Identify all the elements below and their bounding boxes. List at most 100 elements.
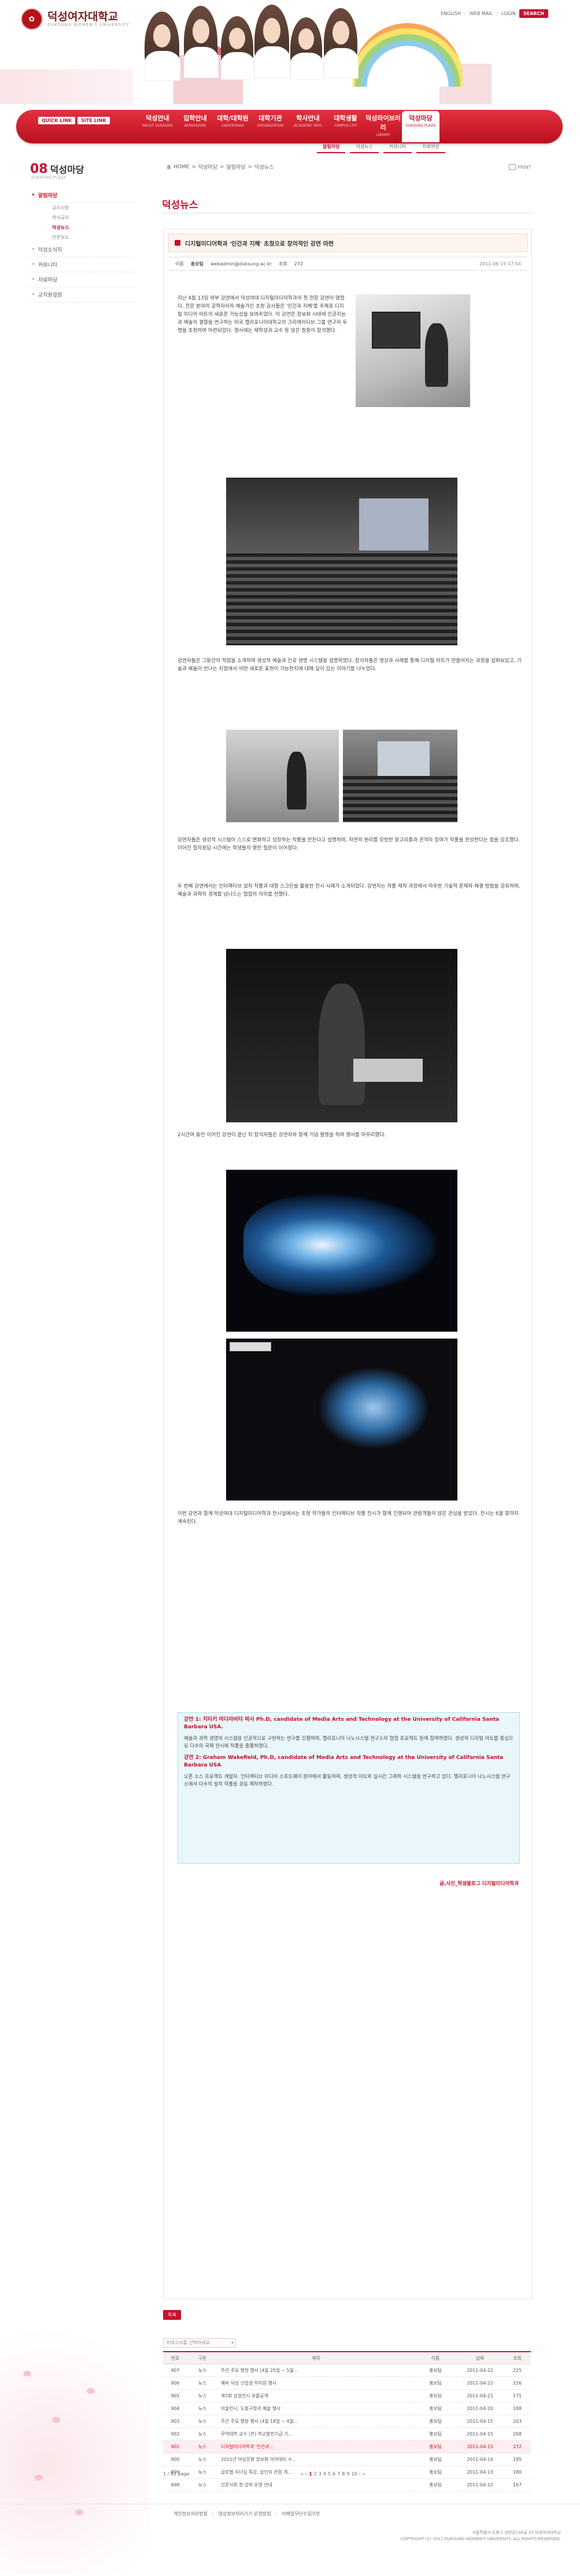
row-title-link[interactable]: 예비 덕성 신입생 하이원 행사 <box>217 2377 415 2390</box>
submenu-news[interactable]: 덕성뉴스 <box>350 141 379 153</box>
page-number-link[interactable]: 7 <box>337 2471 340 2477</box>
presenter-photo <box>226 730 339 822</box>
print-button[interactable]: PRINT <box>509 164 531 170</box>
breadcrumb-home[interactable]: HOME <box>173 164 189 170</box>
left-nav-subitem[interactable]: 언론보도 <box>30 232 134 242</box>
search-button[interactable]: SEARCH <box>519 9 548 18</box>
left-nav-item[interactable]: 덕성소식지 <box>30 242 134 257</box>
last-page-button[interactable]: » <box>363 2471 365 2477</box>
menu-item-campus-life[interactable]: 대학생활 CAMPUS LIFE <box>327 113 364 142</box>
article-paragraph: 두 번째 강연에서는 인터랙티브 설치 작품과 대형 스크린을 활용한 전시 사… <box>178 884 520 897</box>
breadcrumb-current: 덕성뉴스 <box>254 165 274 171</box>
profile-heading: 강연 2: Graham Wakefield, Ph.D, candidate … <box>184 1755 504 1768</box>
submenu-notice[interactable]: 알림마당 <box>317 141 346 153</box>
university-logo[interactable]: ✿ 덕성여자대학교 DUKSUNG WOMEN'S UNIVERSITY <box>21 8 130 30</box>
table-row[interactable]: 900 뉴스 2011년 여성문화 정보화 아카데미 수... 홍보팀 2011-04-… <box>163 2453 531 2466</box>
table-row[interactable]: 898 뉴스 인문사회 창 강좌 운영 안내 홍보팀 2011-04-12 167 <box>163 2478 531 2492</box>
print-label: PRINT <box>518 164 531 170</box>
submenu-community[interactable]: 커뮤니티 <box>383 141 412 153</box>
row-number: 907 <box>163 2364 187 2377</box>
student-photo <box>221 16 254 80</box>
row-title-link[interactable]: 무역대학 교수 (전) 학교발전기금 기... <box>217 2427 415 2441</box>
page-number-link[interactable]: 4 <box>323 2471 326 2477</box>
row-date: 2011-04-13 <box>456 2466 504 2479</box>
column-header: 날짜 <box>456 2351 504 2364</box>
article-credit: 글,사진_학생블로그 디지털미디어학과 <box>439 1881 519 1887</box>
quick-links: QUICK LINK SITE LINK <box>38 117 110 124</box>
quick-link-button[interactable]: QUICK LINK <box>38 117 76 124</box>
lecture-hall-photo <box>226 478 457 645</box>
row-date: 2011-04-15 <box>456 2427 504 2441</box>
table-row[interactable]: 906 뉴스 예비 덕성 신입생 하이원 행사 홍보팀 2011-04-22 226 <box>163 2377 531 2390</box>
left-nav-item[interactable]: 알림마당 <box>30 188 134 203</box>
submenu-resources[interactable]: 자료마당 <box>416 141 445 153</box>
footer-copyright: COPYRIGHT (C) 2011 DUKSUNG WOMEN'S UNIVE… <box>400 2537 561 2541</box>
list-button[interactable]: 목록 <box>163 2310 181 2320</box>
page-number-link[interactable]: 3 <box>319 2471 322 2477</box>
row-category: 뉴스 <box>187 2364 217 2377</box>
login-link[interactable]: LOGIN <box>501 11 516 16</box>
prev-page-button[interactable]: ‹ <box>305 2471 307 2477</box>
author-email[interactable]: webadmin@duksung.ac.kr <box>210 261 272 267</box>
next-page-button[interactable]: › <box>359 2471 361 2477</box>
menu-item-about[interactable]: 덕성안내 ABOUT DUKSUNG <box>139 113 176 142</box>
hits-count: 272 <box>294 261 303 267</box>
site-link-button[interactable]: SITE LINK <box>77 117 110 124</box>
row-hits: 208 <box>504 2427 531 2441</box>
table-row[interactable]: 907 뉴스 주간 주요 행정 행사 (4월 25일 ~ 5월... 홍보팀 2011-… <box>163 2364 531 2377</box>
left-nav-subitem[interactable]: 덕성뉴스 <box>30 223 134 232</box>
row-author: 홍보팀 <box>415 2415 456 2428</box>
row-number: 903 <box>163 2415 187 2428</box>
breadcrumb-notice[interactable]: 알림마당 <box>227 163 246 171</box>
left-nav-item[interactable]: 교직원광장 <box>30 287 134 302</box>
page-number-link[interactable]: 9 <box>346 2471 349 2477</box>
menu-item-library[interactable]: 덕성라이브러리 LIBRARY <box>364 113 402 142</box>
row-category: 뉴스 <box>187 2402 217 2415</box>
left-nav-subitem[interactable]: 학사공지 <box>30 213 134 223</box>
footer-address: 서울특별시 도봉구 삼양로144길 33 덕성여자대학교 <box>472 2530 561 2535</box>
row-title-link[interactable]: 주간 주요 행정 행사 (4월 25일 ~ 5월... <box>217 2364 415 2377</box>
menu-item-colleges[interactable]: 대학/대학원 UNDERGRAD <box>214 113 252 142</box>
category-select[interactable]: 카테고리를 선택하세요 <box>163 2338 236 2348</box>
row-category: 뉴스 <box>187 2453 217 2466</box>
page-number-link[interactable]: 8 <box>342 2471 345 2477</box>
menu-item-organization[interactable]: 대학기관 ORGANIZATION <box>252 113 289 142</box>
table-row[interactable]: 901 뉴스 디지털미디어학과 '인간과... 홍보팀 2011-04-15 272 <box>163 2440 531 2453</box>
section-title: 08 덕성마당 <box>30 162 134 176</box>
row-title-link[interactable]: 미술전시, 도봉구청과 예술 행사 <box>217 2402 415 2415</box>
row-hits: 195 <box>504 2453 531 2466</box>
page-number-link[interactable]: 10 <box>351 2471 357 2477</box>
table-row[interactable]: 904 뉴스 미술전시, 도봉구청과 예술 행사 홍보팀 2011-04-20 188 <box>163 2402 531 2415</box>
table-row[interactable]: 903 뉴스 주간 주요 행정 행사 (4월 18일 ~ 4월... 홍보팀 2011-… <box>163 2415 531 2428</box>
first-page-button[interactable]: « <box>301 2471 304 2477</box>
left-nav-subitem[interactable]: 공지사항 <box>30 203 134 213</box>
profile-text: 예술과 과학 생명의 시스템을 인공적으로 구현하는 연구를 진행하며, 캘리포… <box>184 1735 513 1749</box>
row-title-link[interactable]: 제3회 상설전시 유물공개 <box>217 2389 415 2403</box>
table-row[interactable]: 902 뉴스 무역대학 교수 (전) 학교발전기금 기... 홍보팀 2011-04-1… <box>163 2427 531 2441</box>
page-number-link[interactable]: 6 <box>333 2471 335 2477</box>
menu-item-plaza[interactable]: 덕성마당 DUKSUNG PLAZA <box>402 111 439 142</box>
breadcrumb-plaza[interactable]: 덕성마당 <box>198 163 217 171</box>
menu-item-admissions[interactable]: 입학안내 ADMISSIONS <box>176 113 214 142</box>
row-title-link[interactable]: 인문사회 창 강좌 운영 안내 <box>217 2478 415 2492</box>
page-number-link[interactable]: 1 <box>309 2471 312 2477</box>
left-nav-item[interactable]: 자료마당 <box>30 272 134 287</box>
table-row[interactable]: 905 뉴스 제3회 상설전시 유물공개 홍보팀 2011-04-21 171 <box>163 2389 531 2403</box>
row-hits: 225 <box>504 2364 531 2377</box>
left-nav-item[interactable]: 커뮤니티 <box>30 257 134 272</box>
row-title-link[interactable]: 디지털미디어학과 '인간과... <box>217 2440 415 2453</box>
row-hits: 171 <box>504 2389 531 2403</box>
cctv-policy-link[interactable]: 영상정보처리기기 운영방침 <box>219 2511 271 2517</box>
privacy-link[interactable]: 개인정보처리방침 <box>173 2511 208 2517</box>
email-refusal-link[interactable]: 이메일무단수집거부 <box>282 2511 320 2517</box>
page-number-link[interactable]: 5 <box>328 2471 331 2477</box>
row-hits: 203 <box>504 2415 531 2428</box>
page-number-link[interactable]: 2 <box>314 2471 317 2477</box>
row-author: 홍보팀 <box>415 2453 456 2466</box>
student-photo <box>184 6 219 78</box>
row-title-link[interactable]: 주간 주요 행정 행사 (4월 18일 ~ 4월... <box>217 2415 415 2428</box>
menu-item-academic[interactable]: 학사안내 ACADEMIC INFO <box>289 113 327 142</box>
row-title-link[interactable]: 2011년 여성문화 정보화 아카데미 수... <box>217 2453 415 2466</box>
pagination: « ‹ 1 2 3 4 5 6 7 8 9 10 › » <box>301 2471 365 2477</box>
row-number: 898 <box>163 2478 187 2492</box>
